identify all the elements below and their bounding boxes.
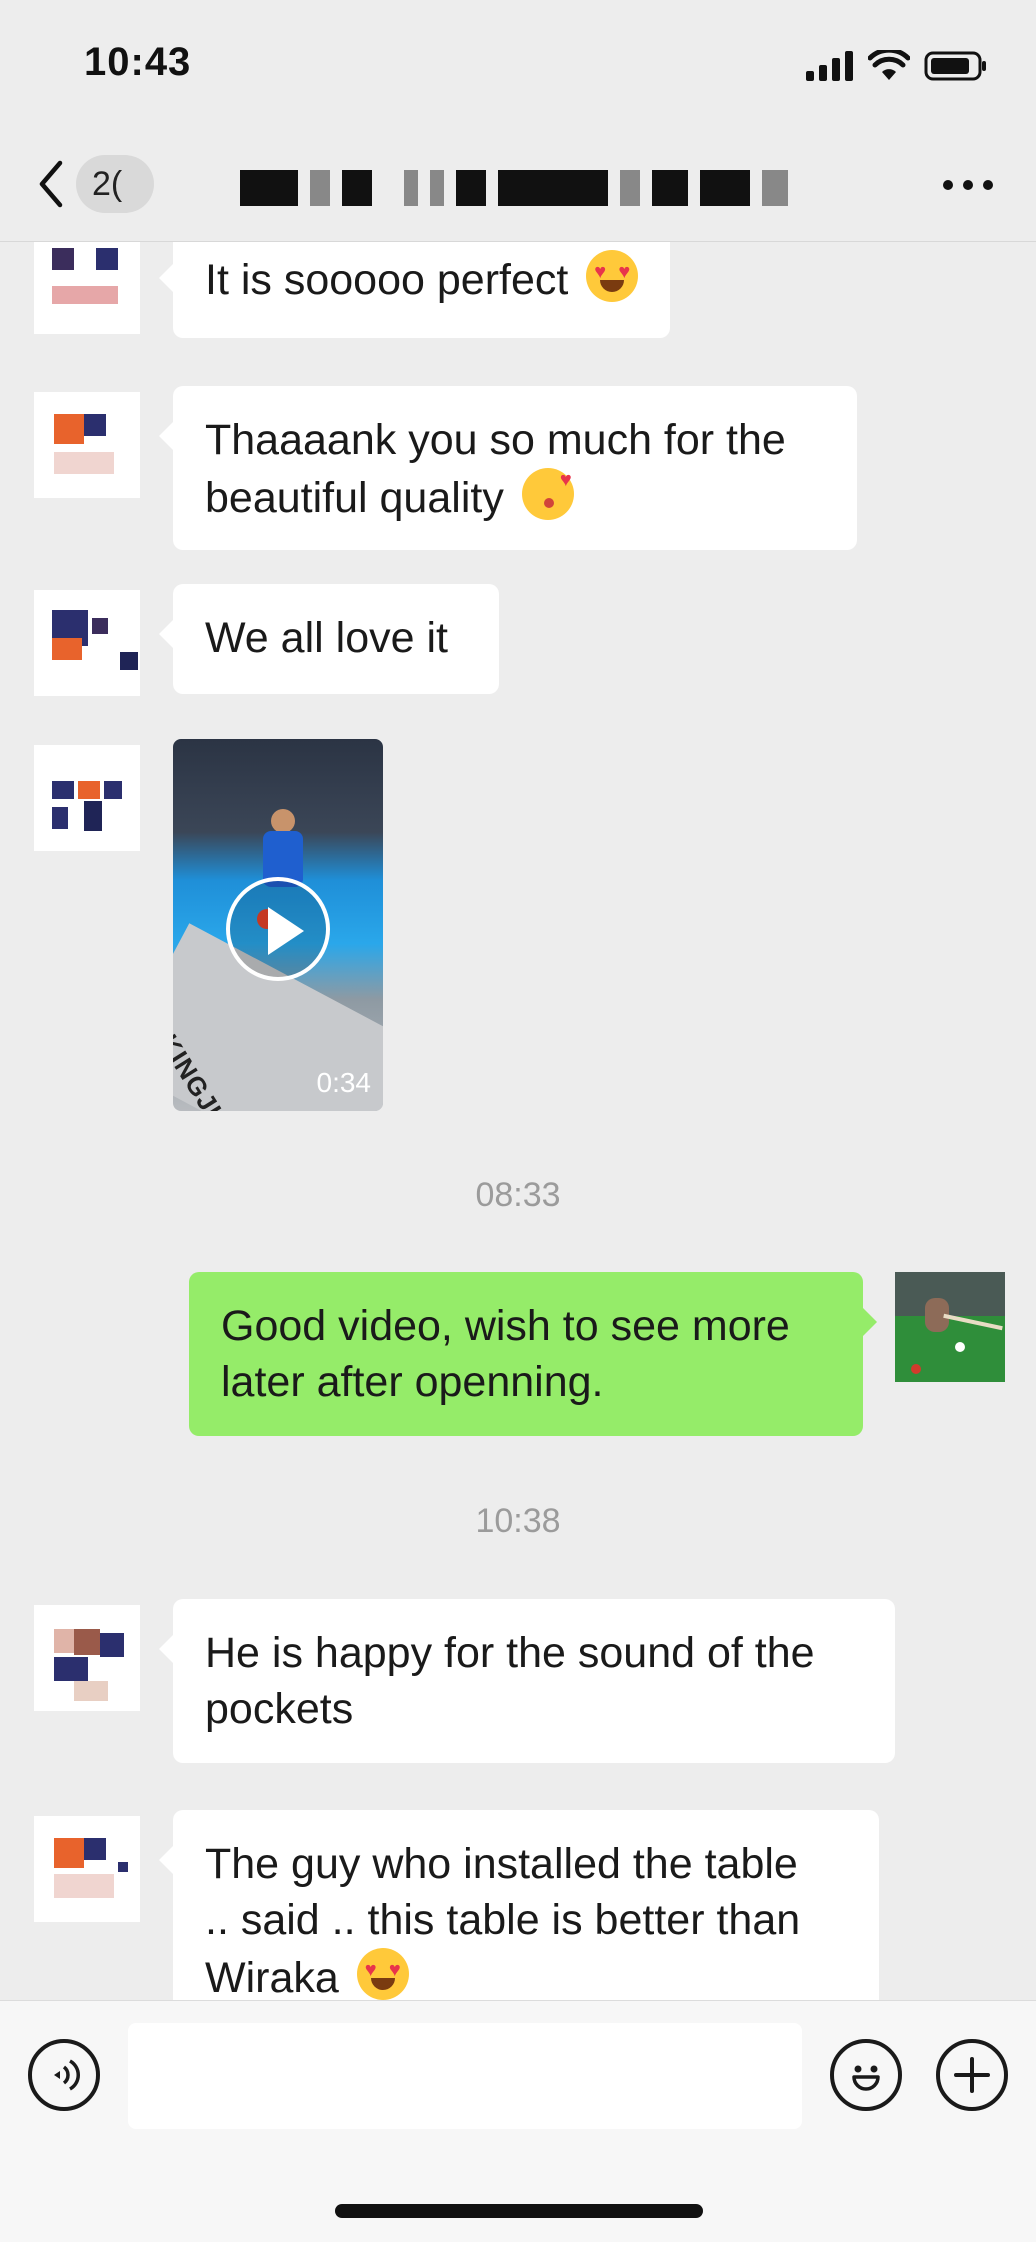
avatar[interactable] xyxy=(34,745,140,851)
status-bar: 10:43 xyxy=(0,0,1036,130)
more-options-button[interactable] xyxy=(938,160,998,210)
video-duration: 0:34 xyxy=(316,1067,372,1098)
message-timestamp: 10:38 xyxy=(475,1502,561,1540)
more-dots-icon xyxy=(943,180,993,190)
message-list[interactable]: It is sooooo perfect ♥ ♥ Thaaaank you so … xyxy=(0,242,1036,2000)
message-text-line: He is happy for the sound of the xyxy=(205,1629,815,1677)
message-bubble[interactable]: He is happy for the sound of the pockets xyxy=(159,1599,895,1763)
plus-icon xyxy=(954,2057,990,2093)
voice-icon xyxy=(54,2059,80,2091)
home-indicator[interactable] xyxy=(335,2204,703,2218)
status-icons xyxy=(806,48,988,84)
avatar[interactable] xyxy=(34,392,140,498)
unread-count-badge: 2( xyxy=(76,155,154,213)
back-button[interactable]: 2( xyxy=(36,152,186,216)
message-bubble[interactable]: The guy who installed the table .. said … xyxy=(159,1810,879,2000)
smiley-icon xyxy=(852,2065,880,2091)
message-text: We all love it xyxy=(205,614,448,662)
message-text-line: Thaaaank you so much for the xyxy=(205,416,786,464)
my-avatar[interactable] xyxy=(895,1272,1005,1382)
chevron-left-icon xyxy=(39,160,63,208)
heart-eyes-emoji-icon: ♥ ♥ xyxy=(356,1948,409,2000)
message-text-line: Wiraka xyxy=(205,1954,339,2000)
message-text-line: Good video, wish to see more xyxy=(221,1302,790,1350)
message-input[interactable] xyxy=(128,2023,802,2129)
message-bubble[interactable]: Good video, wish to see more later after… xyxy=(189,1272,877,1436)
video-thumbnail[interactable]: KINGJUE 0:34 xyxy=(173,739,383,1111)
voice-input-button[interactable] xyxy=(28,2039,100,2111)
wifi-icon xyxy=(868,50,910,80)
message-text-line: .. said .. this table is better than xyxy=(205,1896,801,1944)
heart-eyes-emoji-icon: ♥ ♥ xyxy=(586,250,639,302)
chat-header: 2( xyxy=(0,130,1036,242)
message-text-line: The guy who installed the table xyxy=(205,1840,798,1888)
avatar[interactable] xyxy=(34,590,140,696)
message-bubble[interactable]: We all love it xyxy=(159,584,499,694)
avatar[interactable] xyxy=(34,1816,140,1922)
chat-title-pixelated xyxy=(240,168,788,208)
emoji-button[interactable] xyxy=(830,2039,902,2111)
status-time: 10:43 xyxy=(84,40,192,84)
message-text-line: pockets xyxy=(205,1685,354,1733)
message-text-line: beautiful quality xyxy=(205,474,504,522)
battery-icon xyxy=(924,51,986,81)
message-text-line: later after openning. xyxy=(221,1358,604,1406)
cellular-signal-icon xyxy=(806,51,853,81)
kiss-emoji-icon: ♥ xyxy=(521,468,574,520)
message-bubble[interactable]: Thaaaank you so much for the beautiful q… xyxy=(159,386,857,550)
message-text: It is sooooo perfect xyxy=(205,256,569,304)
more-attachments-button[interactable] xyxy=(936,2039,1008,2111)
avatar[interactable] xyxy=(34,1605,140,1711)
message-bubble[interactable]: It is sooooo perfect ♥ ♥ xyxy=(158,242,671,338)
play-button-icon[interactable] xyxy=(226,877,330,981)
message-timestamp: 08:33 xyxy=(475,1176,561,1214)
avatar[interactable] xyxy=(34,242,140,334)
